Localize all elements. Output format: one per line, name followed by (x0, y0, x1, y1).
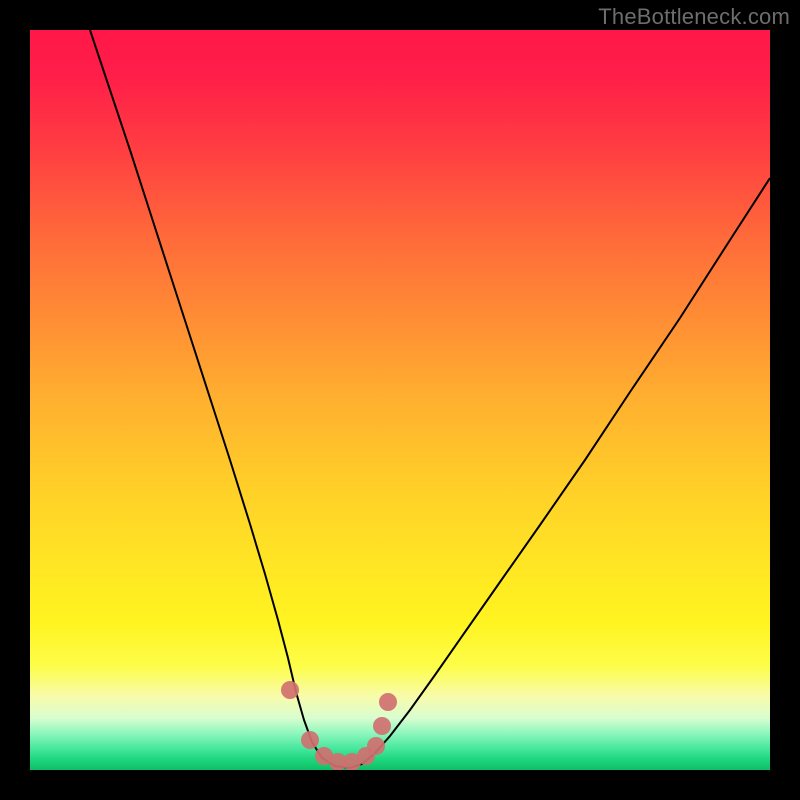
bottleneck-curve (90, 30, 770, 768)
plot-area (30, 30, 770, 770)
marker-point (281, 681, 299, 699)
marker-point (367, 737, 385, 755)
marker-point (373, 717, 391, 735)
curve-svg (30, 30, 770, 770)
highlight-markers-group (281, 681, 397, 770)
watermark-text: TheBottleneck.com (598, 4, 790, 30)
chart-frame: TheBottleneck.com (0, 0, 800, 800)
marker-point (379, 693, 397, 711)
marker-point (301, 731, 319, 749)
